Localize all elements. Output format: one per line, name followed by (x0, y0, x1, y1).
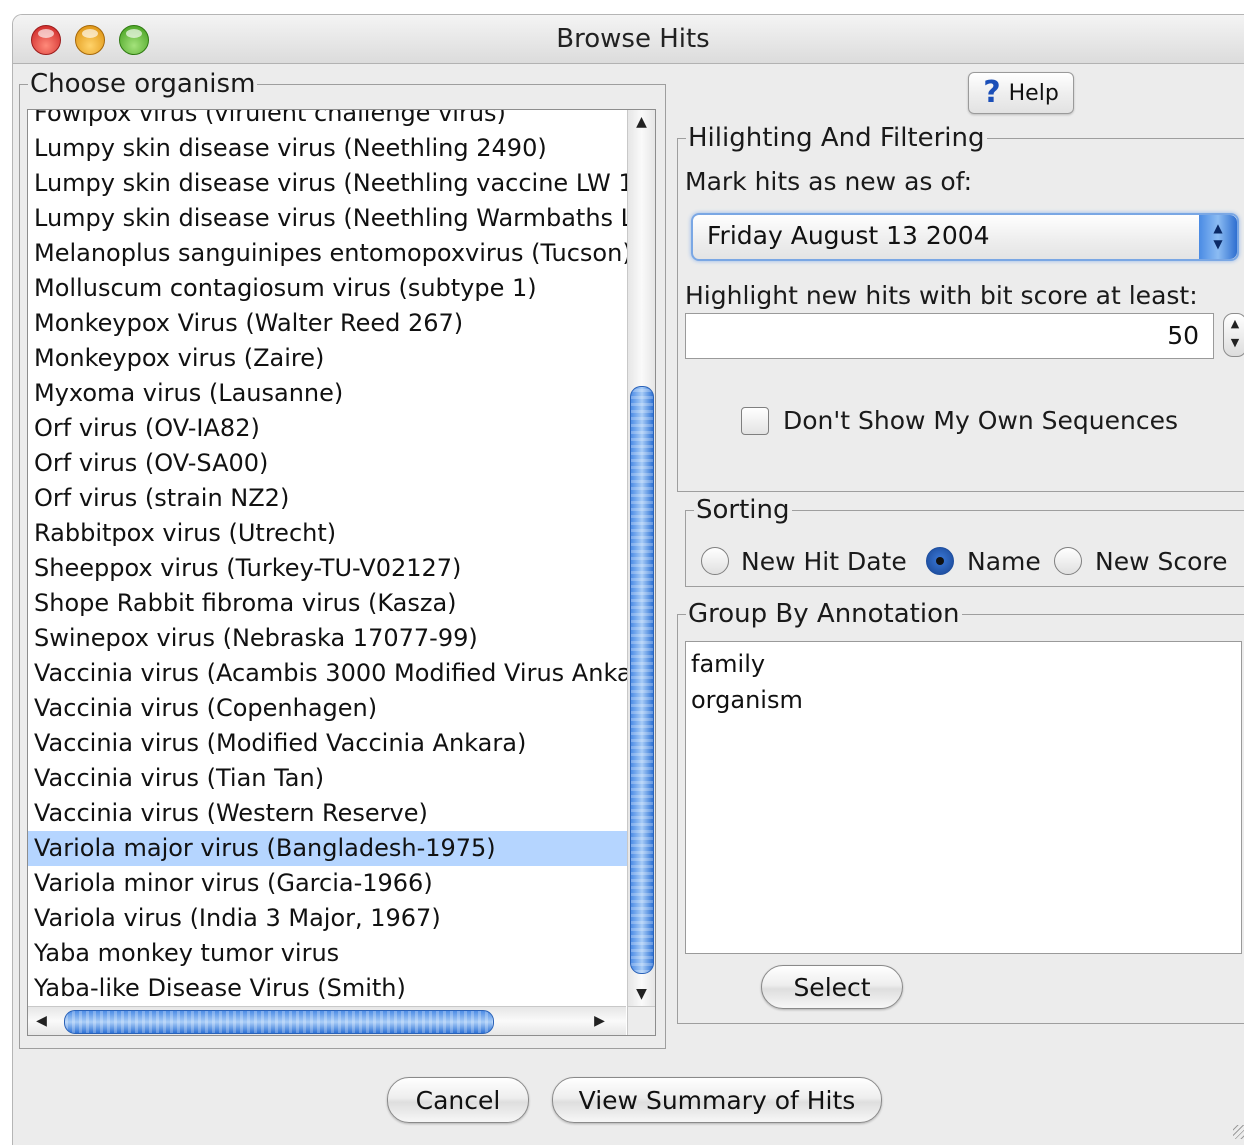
list-item[interactable]: Molluscum contagiosum virus (subtype 1) (28, 271, 628, 306)
highlighting-filtering-legend: Hilighting And Filtering (688, 123, 985, 153)
list-item[interactable]: Lumpy skin disease virus (Neethling Warm… (28, 201, 628, 236)
help-label: Help (1008, 80, 1059, 106)
list-item[interactable]: Yaba monkey tumor virus (28, 936, 628, 971)
horizontal-scroll-thumb[interactable] (64, 1010, 494, 1034)
bit-score-field[interactable]: 50 (685, 313, 1214, 359)
hide-own-sequences-checkbox[interactable] (741, 407, 769, 435)
list-item[interactable]: Vaccinia virus (Acambis 3000 Modified Vi… (28, 656, 628, 691)
scroll-up-arrow-icon[interactable]: ▲ (628, 114, 655, 130)
group-by-annotation-legend: Group By Annotation (688, 599, 960, 629)
help-button[interactable]: ? Help (968, 72, 1074, 114)
window-title: Browse Hits (556, 24, 710, 54)
sorting-legend: Sorting (696, 495, 790, 525)
list-item[interactable]: Shope Rabbit fibroma virus (Kasza) (28, 586, 628, 621)
scroll-left-arrow-icon[interactable]: ◀ (28, 1013, 55, 1029)
sort-new-hit-date-radio[interactable] (701, 547, 729, 575)
bit-score-stepper[interactable]: ▲ ▼ (1223, 313, 1244, 357)
hide-own-sequences-label[interactable]: Don't Show My Own Sequences (783, 406, 1178, 435)
sort-new-hit-date-label[interactable]: New Hit Date (741, 547, 907, 576)
title-bar[interactable]: Browse Hits (13, 15, 1244, 64)
sort-new-score-label[interactable]: New Score (1095, 547, 1228, 576)
annotation-item-family[interactable]: family (686, 646, 1241, 682)
list-item[interactable]: Variola minor virus (Garcia-1966) (28, 866, 628, 901)
highlight-label: Highlight new hits with bit score at lea… (685, 281, 1198, 310)
list-item[interactable]: Lumpy skin disease virus (Neethling 2490… (28, 131, 628, 166)
list-item[interactable]: Monkeypox Virus (Walter Reed 267) (28, 306, 628, 341)
list-item[interactable]: Orf virus (OV-SA00) (28, 446, 628, 481)
annotation-list[interactable]: family organism (685, 641, 1242, 954)
list-item[interactable]: Myxoma virus (Lausanne) (28, 376, 628, 411)
question-mark-icon: ? (983, 75, 1001, 110)
list-item[interactable]: Vaccinia virus (Tian Tan) (28, 761, 628, 796)
list-item[interactable]: Vaccinia virus (Western Reserve) (28, 796, 628, 831)
list-item[interactable]: Yaba-like Disease Virus (Smith) (28, 971, 628, 1006)
list-item[interactable]: Variola major virus (Bangladesh-1975) (28, 831, 628, 866)
cancel-button[interactable]: Cancel (387, 1077, 529, 1123)
select-button[interactable]: Select (761, 965, 903, 1009)
organism-list[interactable]: Fowlpox virus (virulent challenge virus)… (27, 109, 656, 1036)
choose-organism-legend: Choose organism (30, 69, 256, 99)
scroll-corner (627, 1006, 655, 1035)
list-item[interactable]: Swinepox virus (Nebraska 17077-99) (28, 621, 628, 656)
resize-grip-icon[interactable] (1233, 1125, 1244, 1139)
view-summary-button[interactable]: View Summary of Hits (552, 1077, 882, 1123)
annotation-item-organism[interactable]: organism (686, 682, 1241, 718)
horizontal-scrollbar[interactable]: ◀ ▶ (28, 1006, 626, 1035)
mark-hits-label: Mark hits as new as of: (685, 167, 972, 196)
date-popup[interactable]: Friday August 13 2004 ▲ ▼ (691, 213, 1239, 261)
vertical-scroll-thumb[interactable] (630, 386, 654, 974)
list-item[interactable]: Rabbitpox virus (Utrecht) (28, 516, 628, 551)
list-item[interactable]: Fowlpox virus (virulent challenge virus) (28, 110, 628, 131)
vertical-scrollbar[interactable]: ▲ ▼ (627, 110, 655, 1006)
date-popup-value: Friday August 13 2004 (707, 221, 990, 250)
list-item[interactable]: Melanoplus sanguinipes entomopoxvirus (T… (28, 236, 628, 271)
list-item[interactable]: Monkeypox virus (Zaire) (28, 341, 628, 376)
list-item[interactable]: Sheeppox virus (Turkey-TU-V02127) (28, 551, 628, 586)
radio-selected-dot-icon (936, 557, 944, 565)
list-item[interactable]: Vaccinia virus (Copenhagen) (28, 691, 628, 726)
list-item[interactable]: Orf virus (OV-IA82) (28, 411, 628, 446)
sort-name-radio[interactable] (926, 547, 954, 575)
list-item[interactable]: Orf virus (strain NZ2) (28, 481, 628, 516)
organism-list-items: Fowlpox virus (virulent challenge virus)… (28, 110, 628, 1006)
sort-name-label[interactable]: Name (967, 547, 1041, 576)
sort-new-score-radio[interactable] (1054, 547, 1082, 575)
list-item[interactable]: Vaccinia virus (Modified Vaccinia Ankara… (28, 726, 628, 761)
browse-hits-window: Browse Hits Choose organism Fowlpox viru… (12, 14, 1244, 1145)
list-item[interactable]: Variola virus (India 3 Major, 1967) (28, 901, 628, 936)
scroll-down-arrow-icon[interactable]: ▼ (628, 986, 655, 1002)
list-item[interactable]: Lumpy skin disease virus (Neethling vacc… (28, 166, 628, 201)
scroll-right-arrow-icon[interactable]: ▶ (586, 1013, 613, 1029)
popup-arrows-icon: ▲ ▼ (1199, 215, 1237, 259)
